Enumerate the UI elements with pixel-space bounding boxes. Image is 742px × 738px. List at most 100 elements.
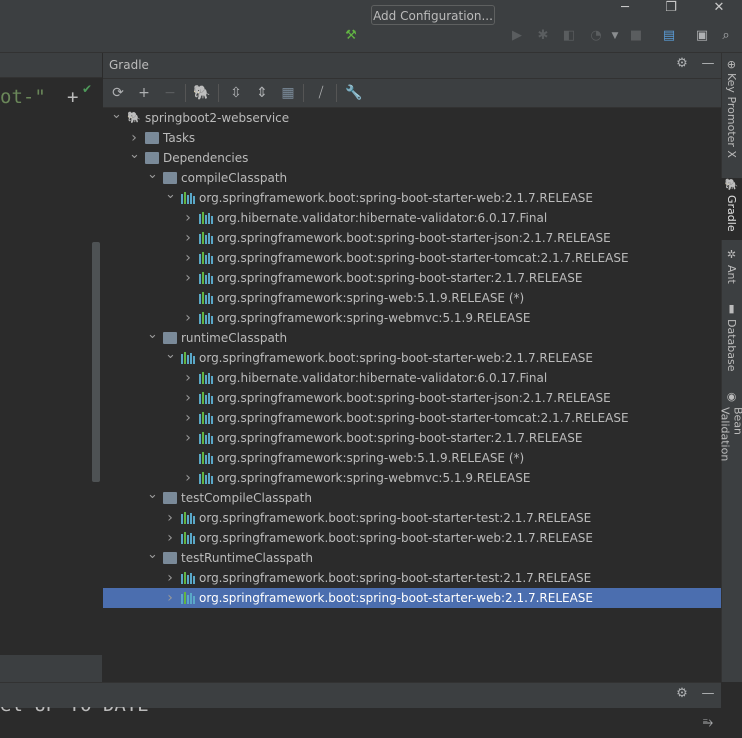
gradle-panel-header — [103, 53, 721, 79]
tree-row-project[interactable]: ⌄ 🐘 springboot2-webservice — [103, 105, 721, 128]
tab-ant[interactable]: ✲ Ant — [721, 248, 742, 288]
chevron-right-icon[interactable]: › — [183, 248, 193, 268]
chevron-down-icon[interactable]: ⌄ — [165, 185, 176, 205]
gradle-elephant-icon[interactable]: 🐘 — [192, 84, 212, 102]
dependency-tree-row[interactable]: › org.springframework.boot:spring-boot-st… — [103, 388, 721, 408]
dependency-icon — [199, 392, 213, 404]
chevron-down-icon[interactable]: ⌄ — [147, 165, 158, 185]
tree-row-folder[interactable]: ⌄ runtimeClasspath — [103, 325, 721, 348]
chevron-right-icon[interactable]: › — [183, 228, 193, 248]
editor-scrollbar[interactable] — [92, 242, 100, 482]
chevron-down-icon[interactable]: ⌄ — [147, 485, 158, 505]
build-hammer-icon[interactable]: ⚒ — [342, 27, 360, 45]
chevron-right-icon[interactable]: › — [165, 568, 175, 588]
debug-icon[interactable]: ✱ — [534, 27, 552, 45]
restore-icon[interactable]: ❐ — [648, 0, 694, 20]
hide-panel-icon[interactable]: — — [699, 55, 717, 73]
chevron-down-icon[interactable]: ⌄ — [111, 105, 122, 125]
stop-icon[interactable]: ■ — [627, 27, 645, 45]
add-configuration-button[interactable]: Add Configuration... — [371, 5, 495, 25]
chevron-right-icon[interactable]: › — [183, 268, 193, 288]
dependency-tree-row[interactable]: ⌄ org.springframework.boot:spring-boot-st… — [103, 345, 721, 368]
layout-icon[interactable]: ▣ — [693, 27, 711, 45]
dependency-tree-row[interactable]: › org.springframework.boot:spring-boot-st… — [103, 428, 721, 448]
gear-icon[interactable]: ⚙ — [673, 685, 691, 703]
dependency-tree-row[interactable]: › org.springframework.boot:spring-boot-st… — [103, 268, 721, 288]
refresh-icon[interactable]: ⟳ — [108, 84, 128, 102]
dependency-tree-row[interactable]: › org.hibernate.validator:hibernate-valid… — [103, 208, 721, 228]
folder-icon — [163, 492, 177, 504]
dependency-tree-row[interactable]: › org.springframework.boot:spring-boot-st… — [103, 568, 721, 588]
dependency-tree-row[interactable]: › org.springframework:spring-webmvc:5.1.9… — [103, 308, 721, 328]
soft-wrap-icon[interactable]: ⥱ — [699, 714, 717, 732]
dependency-tree-row[interactable]: org.springframework:spring-web:5.1.9.REL… — [103, 448, 721, 468]
group-modules-icon[interactable]: ▦ — [278, 84, 298, 102]
dependency-tree-row[interactable]: › org.springframework.boot:spring-boot-st… — [103, 588, 721, 608]
project-structure-icon[interactable]: ▤ — [660, 27, 678, 45]
chevron-down-icon[interactable]: ⌄ — [147, 545, 158, 565]
settings-wrench-icon[interactable]: 🔧 — [344, 84, 364, 102]
chevron-right-icon[interactable]: › — [183, 308, 193, 328]
tree-row-label: runtimeClasspath — [181, 331, 288, 345]
tree-row-label: org.springframework:spring-webmvc:5.1.9.… — [217, 311, 531, 325]
dependency-icon — [181, 532, 195, 544]
chevron-down-icon[interactable]: ▼ — [606, 27, 624, 45]
hide-panel-icon[interactable]: — — [699, 685, 717, 703]
tree-row-tasks[interactable]: › Tasks — [103, 128, 721, 148]
dependency-tree-row[interactable]: › org.hibernate.validator:hibernate-valid… — [103, 368, 721, 388]
chevron-right-icon[interactable]: › — [183, 208, 193, 228]
bean-validation-icon: ◉ — [725, 390, 738, 403]
remove-icon[interactable]: − — [160, 84, 180, 102]
chevron-down-icon[interactable]: ⌄ — [147, 325, 158, 345]
dependency-icon — [199, 292, 213, 304]
tree-row-label: org.springframework.boot:spring-boot-sta… — [217, 391, 611, 405]
dependency-icon — [199, 472, 213, 484]
dependency-tree-row[interactable]: › org.springframework.boot:spring-boot-st… — [103, 248, 721, 268]
close-icon[interactable]: ✕ — [696, 0, 742, 20]
tab-key-promoter-x[interactable]: ⊕ Key Promoter X — [721, 60, 742, 168]
chevron-right-icon[interactable]: › — [183, 428, 193, 448]
add-icon[interactable]: + — [134, 84, 154, 102]
collapse-all-icon[interactable]: ⇕ — [252, 84, 272, 102]
dependency-tree-row[interactable]: ⌄ org.springframework.boot:spring-boot-st… — [103, 185, 721, 208]
folder-icon — [163, 172, 177, 184]
run-icon[interactable]: ▶ — [508, 27, 526, 45]
toggle-offline-icon[interactable]: ⧸ — [311, 84, 331, 102]
tree-row-folder[interactable]: ⌄ compileClasspath — [103, 165, 721, 188]
editor-area[interactable] — [0, 53, 102, 655]
tree-row-label: org.springframework.boot:spring-boot-sta… — [199, 191, 593, 205]
chevron-right-icon[interactable]: › — [165, 588, 175, 608]
chevron-right-icon[interactable]: › — [165, 528, 175, 548]
tree-row-folder[interactable]: ⌄ testCompileClasspath — [103, 485, 721, 508]
minimize-icon[interactable]: ─ — [602, 0, 648, 20]
chevron-right-icon[interactable]: › — [183, 468, 193, 488]
chevron-down-icon[interactable]: ⌄ — [165, 345, 176, 365]
chevron-right-icon[interactable]: › — [183, 368, 193, 388]
database-icon: ▮ — [725, 302, 738, 315]
dependency-tree-row[interactable]: › org.springframework.boot:spring-boot-st… — [103, 408, 721, 428]
bottom-panel-header — [0, 682, 721, 708]
tree-row-label: org.springframework.boot:spring-boot-sta… — [217, 271, 583, 285]
tree-row-folder[interactable]: ⌄ testRuntimeClasspath — [103, 545, 721, 568]
tab-bean-validation[interactable]: ◉ Bean Validation — [719, 390, 742, 492]
expand-all-icon[interactable]: ⇳ — [226, 84, 246, 102]
chevron-right-icon[interactable]: › — [165, 508, 175, 528]
search-icon[interactable]: ⌕ — [717, 27, 735, 45]
tab-gradle[interactable]: 🐘 Gradle — [721, 178, 742, 240]
tree-row-label: org.springframework:spring-web:5.1.9.REL… — [217, 451, 525, 465]
dependency-tree-row[interactable]: › org.springframework:spring-webmvc:5.1.9… — [103, 468, 721, 488]
coverage-icon[interactable]: ◧ — [560, 27, 578, 45]
chevron-right-icon[interactable]: › — [183, 408, 193, 428]
ant-icon: ✲ — [725, 248, 738, 261]
dependency-icon — [181, 352, 195, 364]
dependency-tree-row[interactable]: › org.springframework.boot:spring-boot-st… — [103, 228, 721, 248]
chevron-right-icon[interactable]: › — [183, 388, 193, 408]
gear-icon[interactable]: ⚙ — [673, 55, 691, 73]
tree-row-folder[interactable]: ⌄ Dependencies — [103, 145, 721, 168]
dependency-tree-row[interactable]: › org.springframework.boot:spring-boot-st… — [103, 528, 721, 548]
tab-database[interactable]: ▮ Database — [721, 302, 742, 376]
dependency-tree-row[interactable]: › org.springframework.boot:spring-boot-st… — [103, 508, 721, 528]
dependency-tree-row[interactable]: org.springframework:spring-web:5.1.9.REL… — [103, 288, 721, 308]
chevron-down-icon[interactable]: ⌄ — [129, 145, 140, 165]
profile-icon[interactable]: ◔ — [587, 27, 605, 45]
